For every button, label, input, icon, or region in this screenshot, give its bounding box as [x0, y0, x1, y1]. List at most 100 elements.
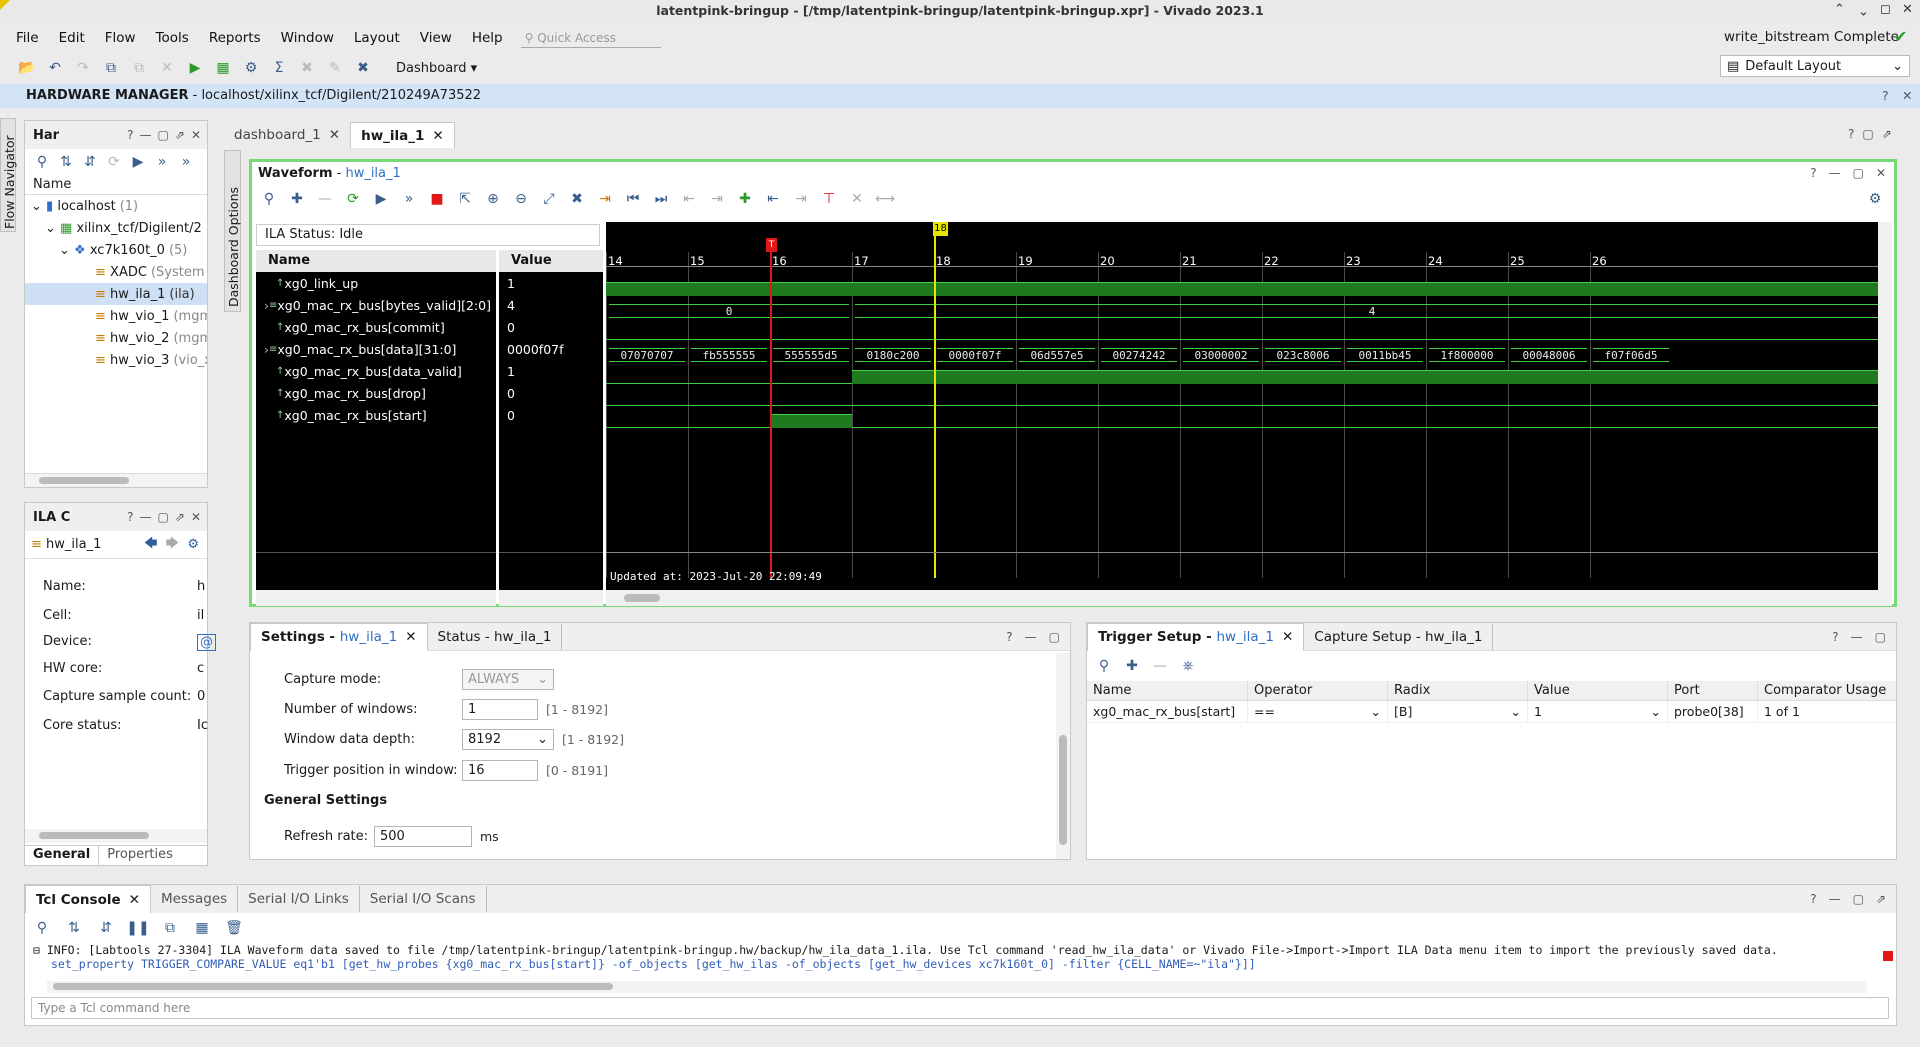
cross-tool-icon[interactable]: ✖ — [352, 57, 374, 79]
pen-disabled-icon[interactable]: ✎ — [324, 57, 346, 79]
remove-probe-icon[interactable]: — — [314, 188, 336, 210]
close-icon[interactable]: ✕ — [432, 123, 443, 149]
trigger-position-input[interactable]: 16 — [462, 760, 538, 781]
minimize-icon[interactable]: — — [140, 128, 152, 142]
menu-layout[interactable]: Layout — [344, 30, 410, 46]
redo-icon[interactable]: ↷ — [72, 57, 94, 79]
add-probe-icon[interactable]: ✚ — [286, 188, 308, 210]
collapse-all-icon[interactable]: ⇅ — [63, 917, 85, 939]
tcl-command-input[interactable]: Type a Tcl command here — [31, 997, 1889, 1019]
vertical-scrollbar[interactable] — [1056, 653, 1070, 859]
run-icon[interactable]: ▶ — [184, 57, 206, 79]
waveform-link[interactable]: hw_ila_1 — [345, 166, 400, 181]
table-row[interactable]: xg0_mac_rx_bus[start] == ⌄ [B] ⌄ 1 ⌄ probe0… — [1087, 701, 1896, 723]
close-icon[interactable]: ✕ — [405, 624, 416, 650]
restore-icon[interactable]: ▢ — [1862, 127, 1873, 141]
horizontal-scrollbar[interactable] — [606, 590, 1892, 606]
search-icon[interactable]: ⚲ — [1093, 655, 1115, 677]
signal-row[interactable]: › ≡ xg0_mac_rx_bus[bytes_valid][2:0] — [256, 294, 496, 316]
next-transition-icon[interactable]: ⇥ — [706, 188, 728, 210]
maximize-icon[interactable]: ◻ — [1880, 2, 1891, 17]
tab-serial-io-scans[interactable]: Serial I/O Scans — [360, 886, 487, 912]
prop-device-link[interactable]: @ — [197, 634, 216, 651]
dashboard-options-tab[interactable]: Dashboard Options — [224, 150, 241, 312]
close-window-icon[interactable]: ✕ — [1902, 2, 1913, 17]
layout-select[interactable]: ▤ Default Layout ⌄ — [1720, 55, 1910, 77]
vertical-scrollbar[interactable] — [1878, 222, 1892, 590]
windows-input[interactable]: 1 — [462, 699, 538, 720]
add-probe-icon[interactable]: ✚ — [1121, 655, 1143, 677]
expand-all-icon[interactable]: ⇵ — [95, 917, 117, 939]
go-to-cursor-icon[interactable]: ⇥ — [594, 188, 616, 210]
tree-item-device[interactable]: ⌄ ❖ xc7k160t_0 (5) — [25, 239, 207, 261]
help-icon[interactable]: ? — [1832, 630, 1838, 644]
close-icon[interactable]: ✕ — [191, 128, 201, 142]
menu-help[interactable]: Help — [462, 30, 513, 46]
restore-icon[interactable]: ⌃ — [1858, 2, 1869, 17]
close-icon[interactable]: ✕ — [1876, 166, 1886, 180]
run-trigger-icon[interactable]: ▶ — [370, 188, 392, 210]
float-icon[interactable]: ⇗ — [175, 510, 185, 524]
paste-icon[interactable]: ⧉ — [128, 57, 150, 79]
zoom-out-icon[interactable]: ⊖ — [510, 188, 532, 210]
forward-icon[interactable]: 🡆 — [166, 534, 179, 556]
flow-navigator-tab[interactable]: Flow Navigator — [0, 118, 17, 232]
copy-icon[interactable]: ⧉ — [100, 57, 122, 79]
close-icon[interactable]: ✕ — [329, 122, 340, 148]
settings-icon[interactable]: ⚙ — [187, 537, 207, 552]
menu-flow[interactable]: Flow — [95, 30, 146, 46]
signal-row[interactable]: › ≡ xg0_mac_rx_bus[data][31:0] — [256, 338, 496, 360]
delete-marker-icon[interactable]: ✕ — [846, 188, 868, 210]
scroll-thumb[interactable] — [624, 594, 660, 602]
close-icon[interactable]: ✕ — [1282, 624, 1293, 650]
scroll-thumb[interactable] — [1059, 735, 1067, 845]
open-project-icon[interactable]: 📂 — [16, 57, 38, 79]
refresh-icon[interactable]: ⟳ — [103, 151, 125, 173]
horizontal-scrollbar[interactable] — [25, 829, 207, 843]
minimize-icon[interactable]: — — [140, 510, 152, 524]
restore-icon[interactable]: ▢ — [1875, 630, 1886, 644]
signal-row[interactable]: ↑ xg0_mac_rx_bus[drop] — [256, 382, 496, 404]
go-to-start-icon[interactable]: ⏮ — [622, 188, 644, 210]
dashboard-dropdown[interactable]: Dashboard ▾ — [396, 61, 477, 76]
zoom-in-icon[interactable]: ⊕ — [482, 188, 504, 210]
chevron-down-icon[interactable]: ⌄ — [31, 199, 42, 214]
swap-cursor-icon[interactable]: ⊤ — [818, 188, 840, 210]
help-icon[interactable]: ? — [1848, 127, 1854, 141]
restore-icon[interactable]: ▢ — [1049, 630, 1060, 644]
prev-marker-icon[interactable]: ⇤ — [762, 188, 784, 210]
more-icon[interactable]: » — [175, 151, 197, 173]
minimize-icon[interactable]: ⌃ — [1834, 2, 1845, 17]
trigger-condition-icon[interactable]: ⎈ — [1177, 655, 1199, 677]
help-icon[interactable]: ? — [127, 128, 133, 142]
tab-general[interactable]: General — [25, 846, 100, 865]
help-icon[interactable]: ? — [1810, 892, 1816, 906]
prev-transition-icon[interactable]: ⇤ — [678, 188, 700, 210]
minimize-icon[interactable]: — — [1851, 630, 1863, 644]
sigma-icon[interactable]: Σ — [268, 57, 290, 79]
restore-icon[interactable]: ▢ — [1853, 166, 1864, 180]
tab-tcl-console[interactable]: Tcl Console ✕ — [25, 885, 151, 913]
horizontal-scrollbar[interactable] — [499, 590, 603, 606]
chevron-down-icon[interactable]: ⌄ — [45, 221, 56, 236]
scroll-thumb[interactable] — [39, 832, 149, 839]
tree-item-hw-vio-3[interactable]: ≡ hw_vio_3(vio_x — [25, 349, 207, 371]
search-icon[interactable]: ⚲ — [258, 188, 280, 210]
settings-icon[interactable]: ⚙ — [240, 57, 262, 79]
close-icon[interactable]: ✕ — [1902, 88, 1912, 103]
undo-icon[interactable]: ↶ — [44, 57, 66, 79]
remove-probe-icon[interactable]: — — [1149, 655, 1171, 677]
signal-row[interactable]: ↑ xg0_mac_rx_bus[commit] — [256, 316, 496, 338]
collapse-icon[interactable]: ⊟ — [33, 943, 40, 957]
radix-select[interactable]: [B] ⌄ — [1388, 701, 1528, 722]
tab-settings[interactable]: Settings - hw_ila_1 ✕ — [250, 622, 428, 651]
tree-item-localhost[interactable]: ⌄ ▮ localhost (1) — [25, 195, 207, 217]
scroll-thumb[interactable] — [39, 477, 129, 484]
help-icon[interactable]: ? — [127, 510, 133, 524]
float-icon[interactable]: ⇗ — [1876, 892, 1886, 906]
tool-disabled-icon[interactable]: ✖ — [296, 57, 318, 79]
menu-edit[interactable]: Edit — [49, 30, 95, 46]
tab-properties[interactable]: Properties — [99, 846, 181, 865]
restore-icon[interactable]: ▢ — [1853, 892, 1864, 906]
tab-capture-setup[interactable]: Capture Setup - hw_ila_1 — [1304, 623, 1494, 650]
